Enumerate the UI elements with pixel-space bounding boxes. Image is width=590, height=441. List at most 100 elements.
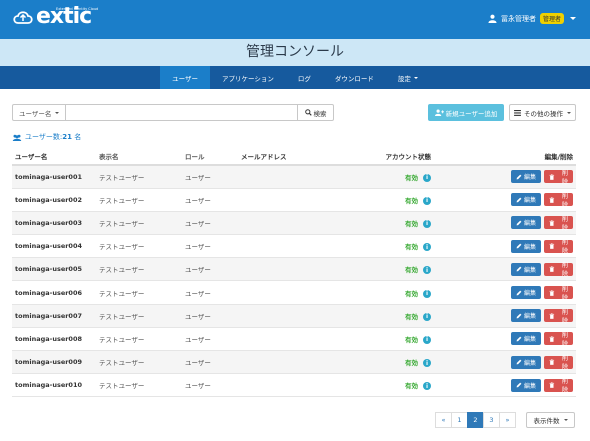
info-icon[interactable]: i (423, 382, 431, 391)
delete-button[interactable]: 削除 (544, 378, 573, 394)
search-input[interactable] (66, 104, 298, 121)
delete-button-label: 削除 (561, 192, 568, 209)
nav-item-download[interactable]: ダウンロード (323, 66, 386, 89)
search-field-select[interactable]: ユーザー名 (12, 104, 66, 121)
delete-button[interactable]: 削除 (544, 170, 573, 186)
delete-button[interactable]: 削除 (544, 216, 573, 232)
page-last[interactable]: » (499, 412, 516, 428)
cell-username[interactable]: tominaga-user002 (12, 188, 96, 212)
cell-actions: 編集 削除 (434, 304, 576, 328)
user-table: ユーザー名 表示名 ロール メールアドレス アカウント状態 編集/削除 tomi… (12, 148, 576, 398)
trash-icon (549, 289, 555, 296)
per-page-select[interactable]: 表示件数 (526, 412, 575, 428)
other-operations-button[interactable]: その他の操作 (509, 104, 576, 121)
cell-username[interactable]: tominaga-user010 (12, 373, 96, 398)
col-header-status[interactable]: アカウント状態 (348, 148, 434, 166)
extic-logo[interactable]: extic Extended Identity Cloud (12, 6, 98, 28)
col-header-email[interactable]: メールアドレス (238, 148, 348, 166)
edit-button[interactable]: 編集 (511, 193, 541, 207)
pencil-icon (516, 266, 522, 272)
pencil-icon (516, 197, 522, 203)
edit-button-label: 編集 (524, 382, 537, 390)
cell-role: ユーザー (182, 188, 238, 212)
cell-username[interactable]: tominaga-user006 (12, 280, 96, 305)
search-button[interactable]: 検索 (298, 104, 334, 121)
delete-button[interactable]: 削除 (544, 332, 573, 348)
nav-item-settings[interactable]: 設定 (386, 66, 430, 89)
add-user-button[interactable]: 新規ユーザー追加 (428, 104, 504, 121)
cell-email (238, 211, 348, 236)
info-icon[interactable]: i (423, 289, 431, 298)
chevron-down-icon (55, 111, 60, 114)
cell-actions: 編集 削除 (434, 165, 576, 189)
trash-icon (549, 220, 555, 226)
page-3[interactable]: 3 (483, 412, 500, 428)
cell-username[interactable]: tominaga-user005 (12, 257, 96, 282)
page-first[interactable]: « (435, 412, 452, 428)
edit-button[interactable]: 編集 (511, 262, 541, 276)
delete-button[interactable]: 削除 (544, 355, 573, 371)
chevron-down-icon (570, 17, 576, 20)
info-icon[interactable]: i (423, 266, 431, 275)
edit-button[interactable]: 編集 (511, 355, 541, 369)
nav-item-users[interactable]: ユーザー (160, 66, 210, 89)
cell-username[interactable]: tominaga-user009 (12, 350, 96, 375)
trash-icon (549, 382, 555, 389)
cell-username[interactable]: tominaga-user008 (12, 327, 96, 352)
info-icon[interactable]: i (423, 335, 431, 344)
col-header-display-name[interactable]: 表示名 (96, 148, 182, 166)
delete-button[interactable]: 削除 (544, 262, 573, 278)
edit-button[interactable]: 編集 (511, 309, 541, 323)
pencil-icon (516, 290, 522, 295)
cell-username[interactable]: tominaga-user001 (12, 165, 96, 189)
col-header-username[interactable]: ユーザー名 (12, 148, 96, 166)
cell-username[interactable]: tominaga-user003 (12, 211, 96, 236)
delete-button[interactable]: 削除 (544, 239, 573, 256)
cell-actions: 編集 削除 (434, 188, 576, 212)
table-header-row: ユーザー名 表示名 ロール メールアドレス アカウント状態 編集/削除 (12, 148, 576, 166)
table-row: tominaga-user004 テストユーザー ユーザー 有効 i 編集 削除 (12, 234, 576, 259)
nav-item-logs[interactable]: ログ (286, 66, 323, 89)
info-icon[interactable]: i (423, 173, 431, 182)
cell-display-name: テストユーザー (96, 327, 182, 352)
col-header-role[interactable]: ロール (182, 148, 238, 166)
cell-display-name: テストユーザー (96, 350, 182, 375)
chevron-down-icon (563, 419, 568, 421)
delete-button-label: 削除 (561, 239, 568, 256)
edit-button[interactable]: 編集 (511, 239, 541, 253)
edit-button[interactable]: 編集 (511, 216, 541, 230)
chevron-down-icon (413, 76, 418, 79)
info-icon[interactable]: i (423, 359, 431, 368)
edit-button[interactable]: 編集 (511, 170, 541, 184)
nav-item-applications[interactable]: アプリケーション (210, 66, 286, 89)
info-icon[interactable]: i (423, 312, 431, 321)
trash-icon (549, 266, 555, 273)
cell-display-name: テストユーザー (96, 211, 182, 236)
nav-item-label: アプリケーション (222, 74, 274, 83)
cell-username[interactable]: tominaga-user004 (12, 234, 96, 259)
cell-status: 有効 i (348, 327, 434, 352)
cell-status: 有効 i (348, 350, 434, 375)
trash-icon (549, 243, 555, 249)
edit-button[interactable]: 編集 (511, 378, 541, 392)
admin-badge: 管理者 (539, 13, 564, 24)
delete-button[interactable]: 削除 (544, 286, 573, 302)
user-menu[interactable]: 冨永管理者 管理者 (488, 13, 576, 24)
pencil-icon (516, 174, 522, 180)
edit-button[interactable]: 編集 (511, 332, 541, 346)
edit-button[interactable]: 編集 (511, 286, 541, 300)
info-icon[interactable]: i (423, 243, 431, 252)
info-icon[interactable]: i (423, 219, 431, 228)
user-icon (488, 14, 497, 23)
delete-button[interactable]: 削除 (544, 309, 573, 325)
page-1[interactable]: 1 (451, 412, 468, 428)
info-icon[interactable]: i (423, 196, 431, 205)
cell-role: ユーザー (182, 304, 238, 328)
logo-tagline: Extended Identity Cloud (56, 7, 99, 11)
cell-role: ユーザー (182, 257, 238, 282)
delete-button[interactable]: 削除 (544, 192, 573, 209)
cell-username[interactable]: tominaga-user007 (12, 304, 96, 328)
cell-status: 有効 i (348, 234, 434, 259)
cell-actions: 編集 削除 (434, 257, 576, 282)
page-2-current[interactable]: 2 (467, 412, 484, 428)
